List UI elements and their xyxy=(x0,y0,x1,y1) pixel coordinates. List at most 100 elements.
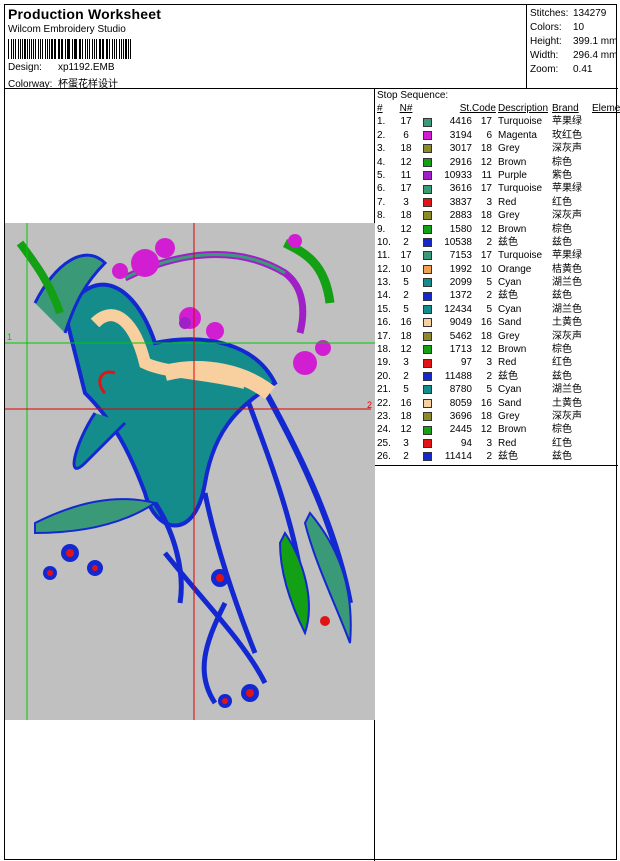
table-row: 14. 2 1372 2 兹色 兹色 xyxy=(377,289,620,302)
row-code: 17 xyxy=(480,116,492,128)
color-swatch xyxy=(422,197,432,207)
lower-wing xyxy=(34,492,268,705)
color-swatch xyxy=(422,412,432,422)
col-needle: N# xyxy=(399,103,413,114)
row-index: 25. xyxy=(377,437,391,449)
table-row: 8. 18 2883 18 Grey 深灰声 xyxy=(377,209,620,222)
row-index: 7. xyxy=(377,196,386,208)
barcode-bar xyxy=(87,39,89,59)
table-row: 5. 11 10933 11 Purple 紫色 xyxy=(377,169,620,182)
row-description: Sand xyxy=(498,397,522,409)
row-code: 18 xyxy=(480,410,492,422)
color-swatch xyxy=(422,438,432,448)
table-row: 9. 12 1580 12 Brown 棕色 xyxy=(377,223,620,236)
row-brand: 棕色 xyxy=(552,156,572,168)
stop-sequence-title: Stop Sequence: xyxy=(377,90,449,101)
color-swatch xyxy=(422,117,432,127)
barcode-bar xyxy=(45,39,46,59)
row-description: 兹色 xyxy=(498,236,518,248)
col-brand: Brand xyxy=(552,103,579,114)
row-index: 11. xyxy=(377,250,391,262)
barcode-bar xyxy=(38,39,39,59)
barcode-bar xyxy=(55,39,57,59)
row-swatch xyxy=(417,289,437,302)
row-index: 3. xyxy=(377,143,386,155)
row-brand: 紫色 xyxy=(552,169,572,181)
row-brand: 土黄色 xyxy=(552,397,582,409)
row-swatch xyxy=(417,410,437,423)
row-stitches: 10538 xyxy=(444,236,472,248)
row-index: 8. xyxy=(377,210,386,222)
row-stitches: 7153 xyxy=(449,250,472,262)
row-stitches: 1580 xyxy=(449,223,472,235)
barcode-bar xyxy=(65,39,66,59)
row-brand: 苹果绿 xyxy=(552,116,582,128)
col-stitches: St. xyxy=(459,103,472,114)
barcode-bar xyxy=(21,39,23,59)
color-swatch xyxy=(422,130,432,140)
table-row: 2. 6 3194 6 Magenta 玫红色 xyxy=(377,129,620,142)
table-row: 4. 12 2916 12 Brown 棕色 xyxy=(377,156,620,169)
barcode-bar xyxy=(41,39,44,59)
row-stitches: 10933 xyxy=(444,169,472,181)
row-swatch xyxy=(417,209,437,222)
barcode-bar xyxy=(125,39,127,59)
row-brand: 深灰声 xyxy=(552,410,582,422)
row-description: Grey xyxy=(498,210,520,222)
phoenix-body xyxy=(16,240,278,528)
row-needle: 12 xyxy=(400,424,412,436)
marker-1: 1 xyxy=(7,332,12,342)
row-index: 23. xyxy=(377,410,391,422)
barcode-bar xyxy=(121,39,122,59)
software-name: Wilcom Embroidery Studio xyxy=(8,24,126,35)
row-description: Cyan xyxy=(498,303,522,315)
row-description: Cyan xyxy=(498,384,522,396)
color-swatch xyxy=(422,305,432,315)
stats-list: Stitches: 134279 Colors: 10 Height: 399.1 mm W… xyxy=(530,7,617,77)
stat-row: Stitches: 134279 xyxy=(530,7,617,21)
row-code: 6 xyxy=(486,129,492,141)
row-description: Magenta xyxy=(498,129,537,141)
row-swatch xyxy=(417,343,437,356)
row-needle: 2 xyxy=(403,236,409,248)
row-code: 5 xyxy=(486,384,492,396)
row-swatch xyxy=(417,249,437,262)
row-swatch xyxy=(417,196,437,209)
barcode-bar xyxy=(95,39,97,59)
row-code: 12 xyxy=(480,424,492,436)
row-stitches: 1372 xyxy=(449,290,472,302)
row-stitches: 94 xyxy=(460,437,472,449)
col-description: Description xyxy=(498,103,549,114)
row-brand: 深灰声 xyxy=(552,330,582,342)
barcode-bar xyxy=(75,39,77,59)
barcode-bar xyxy=(48,39,50,59)
colorway-row: Colorway: 杯蛋花样设计 xyxy=(8,75,118,90)
row-swatch xyxy=(417,169,437,182)
barcode-bar xyxy=(51,39,53,59)
table-row: 24. 12 2445 12 Brown 棕色 xyxy=(377,423,620,436)
row-swatch xyxy=(417,129,437,142)
row-description: Brown xyxy=(498,223,527,235)
design-canvas: 1 2 xyxy=(5,223,375,720)
row-swatch xyxy=(417,142,437,155)
design-preview: 1 2 xyxy=(5,89,375,861)
row-swatch xyxy=(417,316,437,329)
barcode-bar xyxy=(68,39,70,59)
row-brand: 棕色 xyxy=(552,424,572,436)
row-stitches: 12434 xyxy=(444,303,472,315)
row-code: 16 xyxy=(480,317,492,329)
stat-row: Colors: 10 xyxy=(530,21,617,35)
page-title: Production Worksheet xyxy=(8,6,162,22)
row-description: Turquoise xyxy=(498,250,543,262)
tail-feathers xyxy=(242,371,353,644)
row-description: 兹色 xyxy=(498,370,518,382)
row-brand: 兹色 xyxy=(552,236,572,248)
color-swatch xyxy=(422,184,432,194)
row-swatch xyxy=(417,223,437,236)
row-index: 13. xyxy=(377,277,391,289)
table-body: 1. 17 4416 17 Turquoise 苹果绿 2. 6 3194 6 Magenta 玫红色… xyxy=(377,115,620,463)
table-row: 26. 2 11414 2 兹色 兹色 xyxy=(377,450,620,463)
table-row: 23. 18 3696 18 Grey 深灰声 xyxy=(377,410,620,423)
barcode-bar xyxy=(118,39,120,59)
row-stitches: 4416 xyxy=(449,116,472,128)
